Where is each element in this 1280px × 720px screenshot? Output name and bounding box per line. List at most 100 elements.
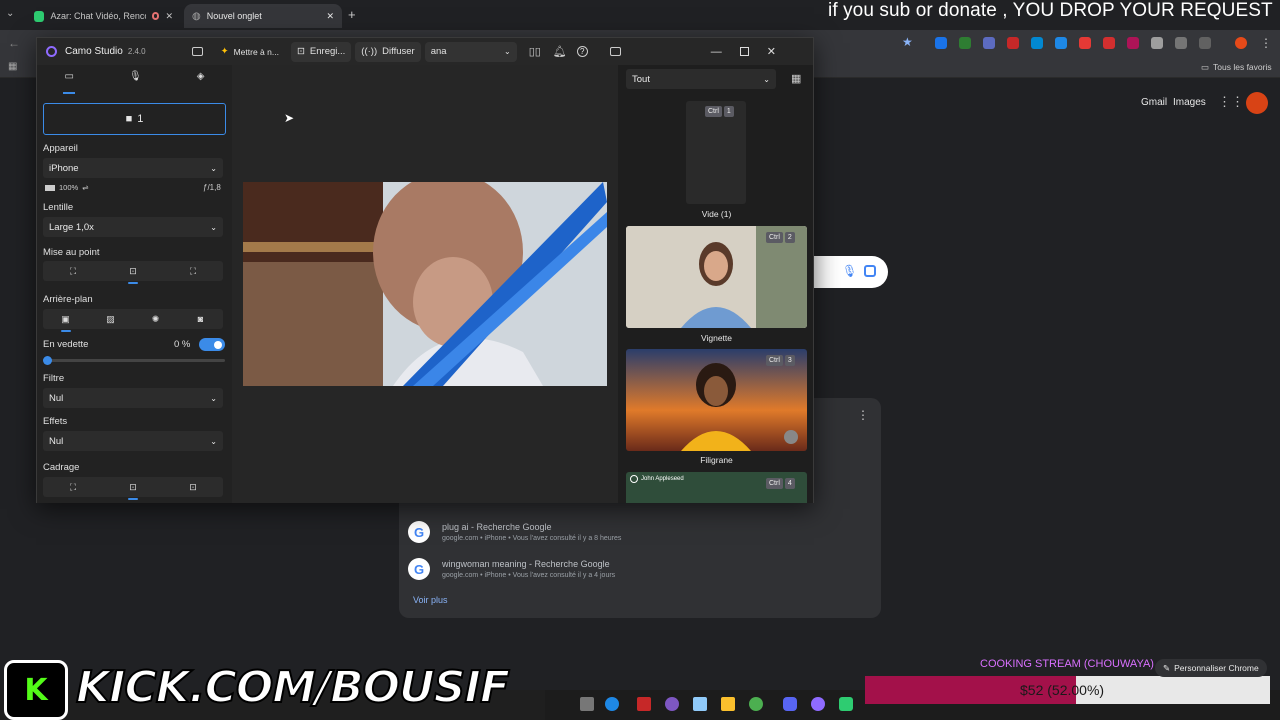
sidebar-toggle-icon[interactable] xyxy=(191,47,203,56)
extension-icon-8[interactable] xyxy=(1103,37,1115,49)
scene-thumbnail-vignette[interactable]: Ctrl 2 xyxy=(626,226,807,328)
history-item[interactable]: G plug ai - Recherche Google google.com … xyxy=(408,515,621,549)
voice-search-mic-icon[interactable]: 🎙 xyxy=(842,264,857,278)
customize-chrome-button[interactable]: ✎ Personnaliser Chrome xyxy=(1155,659,1267,677)
task-view-icon[interactable] xyxy=(580,697,594,711)
layers-tab-icon[interactable]: ◈ xyxy=(197,71,205,89)
extension-icon-6[interactable] xyxy=(1055,37,1067,49)
spotlight-slider[interactable] xyxy=(43,356,225,365)
background-effect-icon[interactable]: ✺ xyxy=(133,309,178,329)
discord-icon[interactable] xyxy=(783,697,797,711)
app-title: Camo Studio xyxy=(65,46,123,57)
source-button[interactable]: ■ 1 xyxy=(43,103,226,135)
scene-thumbnail-watermark[interactable]: Ctrl 3 xyxy=(626,349,807,451)
tab-new-tab[interactable]: ◍ Nouvel onglet ✕ xyxy=(184,4,342,28)
update-button[interactable]: ✦ Mettre à n... xyxy=(215,42,285,62)
focus-face-icon[interactable]: ⊡ xyxy=(103,261,163,284)
camera-preview[interactable] xyxy=(243,182,607,386)
background-replace-icon[interactable]: ◙ xyxy=(178,309,223,329)
azar-taskbar-icon[interactable] xyxy=(839,697,853,711)
background-none-icon[interactable]: ▣ xyxy=(43,309,88,332)
background-label: Arrière-plan xyxy=(43,294,93,305)
maximize-icon[interactable] xyxy=(739,47,749,56)
scene-thumbnail-empty[interactable]: Ctrl 1 xyxy=(686,101,746,204)
columns-icon[interactable]: ▯▯ xyxy=(529,45,541,58)
extension-icon-4[interactable] xyxy=(1007,37,1019,49)
card-menu-icon[interactable]: ⋮ xyxy=(857,408,869,422)
new-tab-plus-icon[interactable]: + xyxy=(348,7,356,22)
grid-view-icon[interactable]: ▦ xyxy=(791,72,801,85)
audio-tab-icon[interactable]: 🎙︎ xyxy=(129,71,142,89)
lens-camera-icon[interactable] xyxy=(864,265,876,277)
scenes-filter-dropdown[interactable]: Tout ⌄ xyxy=(626,69,776,89)
slider-handle[interactable] xyxy=(43,356,52,365)
video-tab-icon[interactable]: ▭ xyxy=(62,71,75,94)
profile-avatar[interactable] xyxy=(1235,37,1247,49)
spotlight-toggle[interactable] xyxy=(199,338,225,351)
close-tab-icon[interactable]: ✕ xyxy=(326,11,334,22)
tab-list-chevron-icon[interactable]: ⌄ xyxy=(6,8,14,19)
google-account-avatar[interactable] xyxy=(1246,92,1268,114)
extension-icon-3[interactable] xyxy=(983,37,995,49)
framing-track-icon[interactable]: ⊡ xyxy=(163,477,223,497)
globe-icon: ◍ xyxy=(192,10,201,22)
chrome-icon[interactable] xyxy=(749,697,763,711)
profile-dropdown[interactable]: ana ⌄ xyxy=(424,41,517,62)
history-title: plug ai - Recherche Google xyxy=(442,522,552,532)
filter-dropdown[interactable]: Nul ⌄ xyxy=(43,388,223,408)
tab-azar[interactable]: Azar: Chat Vidéo, Rencontr ✕ xyxy=(26,4,181,28)
google-apps-icon[interactable]: ⋮⋮ xyxy=(1218,94,1244,110)
apps-grid-icon[interactable]: ▦ xyxy=(8,61,17,72)
framing-label: Cadrage xyxy=(43,462,80,473)
focus-auto-icon[interactable]: ⛶ xyxy=(43,261,103,281)
toggle-knob xyxy=(214,340,222,349)
minimize-icon[interactable]: — xyxy=(711,46,722,58)
camo-logo-icon xyxy=(46,46,57,57)
source-label: 1 xyxy=(137,113,144,125)
file-explorer-icon[interactable] xyxy=(721,697,735,711)
avatar-icon xyxy=(630,475,638,483)
app-icon-red[interactable] xyxy=(637,697,651,711)
device-dropdown[interactable]: iPhone ⌄ xyxy=(43,158,223,178)
lens-label: Lentille xyxy=(43,202,74,213)
chevron-down-icon: ⌄ xyxy=(763,74,770,84)
extension-icon-1[interactable] xyxy=(935,37,947,49)
shield-icon[interactable] xyxy=(1175,37,1187,49)
extension-icon-5[interactable] xyxy=(1031,37,1043,49)
youtube-extension-icon[interactable] xyxy=(1079,37,1091,49)
app-icon-purple[interactable] xyxy=(665,697,679,711)
broadcast-button[interactable]: ((·)) Diffuser xyxy=(355,41,421,62)
background-blur-icon[interactable]: ▨ xyxy=(88,309,133,329)
lens-dropdown[interactable]: Large 1,0x ⌄ xyxy=(43,217,223,237)
framing-selector: ⛶ ⊡ ⊡ xyxy=(43,477,223,500)
bookmark-star-icon[interactable]: ★ xyxy=(902,35,913,49)
camo-taskbar-icon[interactable] xyxy=(811,697,825,711)
focus-manual-icon[interactable]: ⛶ xyxy=(163,261,223,281)
steam-icon[interactable] xyxy=(693,697,707,711)
filter-value: Nul xyxy=(49,392,64,404)
edge-icon[interactable] xyxy=(605,697,619,711)
puzzle-extensions-icon[interactable] xyxy=(1199,37,1211,49)
close-window-icon[interactable]: ✕ xyxy=(767,45,776,58)
scene-thumbnail-overlay[interactable]: John Appleseed Ctrl 4 xyxy=(626,472,807,503)
framing-center-icon[interactable]: ⊡ xyxy=(103,477,163,500)
gmail-link[interactable]: Gmail xyxy=(1141,97,1167,108)
close-tab-icon[interactable]: ✕ xyxy=(165,11,173,22)
back-arrow-icon[interactable]: ← xyxy=(8,36,20,50)
kebab-menu-icon[interactable]: ⋮ xyxy=(1260,36,1272,50)
tab-title: Azar: Chat Vidéo, Rencontr xyxy=(50,11,145,21)
see-more-link[interactable]: Voir plus xyxy=(413,595,448,605)
bell-icon[interactable]: 🔔︎ xyxy=(553,45,567,58)
effects-dropdown[interactable]: Nul ⌄ xyxy=(43,431,223,451)
framing-off-icon[interactable]: ⛶ xyxy=(43,477,103,497)
extension-icon-2[interactable] xyxy=(959,37,971,49)
history-item[interactable]: G wingwoman meaning - Recherche Google g… xyxy=(408,552,615,586)
images-link[interactable]: Images xyxy=(1173,97,1206,108)
all-bookmarks-link[interactable]: ▭ Tous les favoris xyxy=(1201,62,1272,73)
record-button[interactable]: ⊡ Enregi... xyxy=(290,41,352,62)
chevron-down-icon: ⌄ xyxy=(210,163,217,173)
extension-icon-9[interactable] xyxy=(1127,37,1139,49)
panel-toggle-icon[interactable] xyxy=(609,47,621,56)
help-icon[interactable]: ? xyxy=(576,46,588,57)
extension-icon-10[interactable] xyxy=(1151,37,1163,49)
